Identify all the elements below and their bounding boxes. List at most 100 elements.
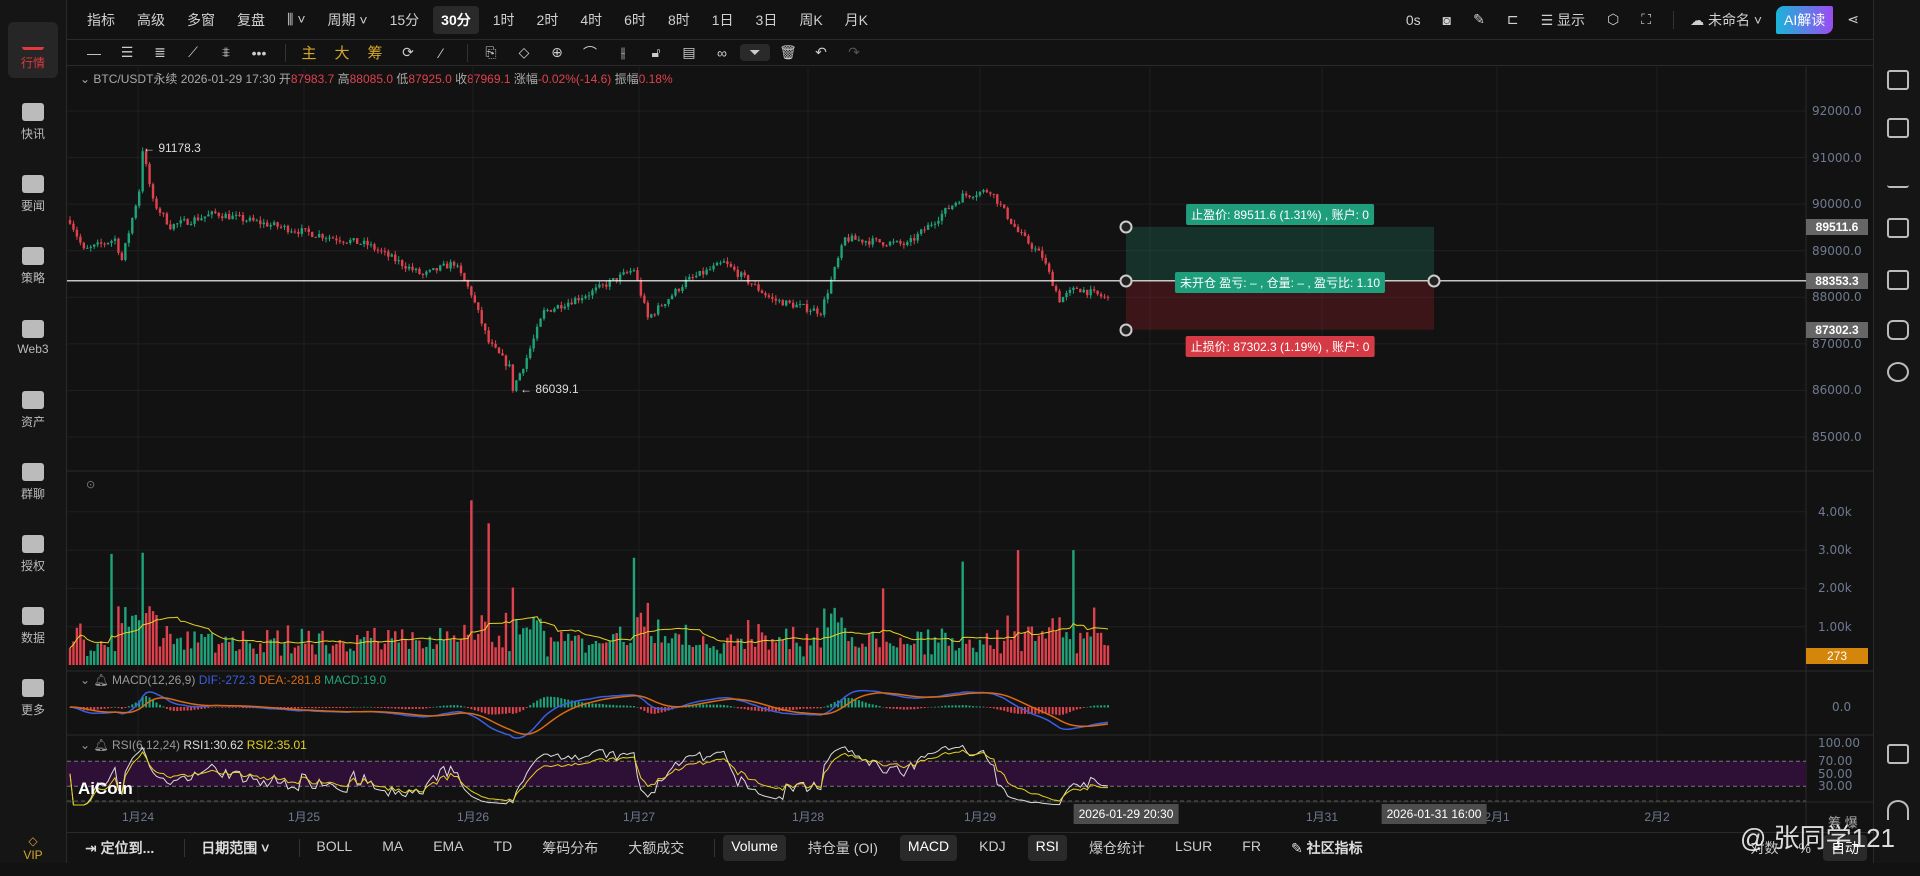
candle-body [930,224,933,226]
candle-body [587,295,591,297]
macd-histogram-bar [1003,707,1006,711]
volume-bar [463,624,466,665]
macd-histogram-bar [376,707,379,708]
volume-bar [930,654,933,665]
width-handle[interactable] [1427,274,1441,288]
candle-body [504,355,508,367]
macd-histogram-bar [152,699,155,708]
candle-body [79,236,82,243]
time-tick-label: 1月29 [963,810,997,824]
volume-bar [577,635,580,665]
dollar-icon[interactable] [1887,118,1909,138]
main-indicator-button[interactable]: 大额成交 [620,835,692,861]
volume-bar [508,651,511,665]
sub-indicator-button[interactable]: LSUR [1167,835,1220,861]
candle-body [276,222,279,227]
candle-body [328,237,331,239]
main-indicator-button[interactable]: BOLL [308,835,360,861]
macd-histogram-bar [124,707,127,708]
volume-bar [196,642,200,665]
sub-indicator-button[interactable]: Volume [723,835,786,861]
sub-indicator-button[interactable]: MACD [899,835,958,861]
candle-body [1006,207,1009,219]
main-indicator-button[interactable]: MA [374,835,411,861]
macd-histogram-bar [830,703,833,708]
candle-body [767,295,771,297]
headset-icon[interactable] [1887,800,1909,820]
macd-histogram-bar [1051,707,1054,715]
volume-bar [169,633,172,665]
main-indicator-button[interactable]: TD [486,835,521,861]
volume-bar [767,649,771,665]
layout-icon[interactable] [1887,744,1909,764]
volume-bar [778,637,781,665]
candle-body [902,243,906,246]
macd-histogram-bar [356,706,359,708]
macd-histogram-bar [549,696,552,708]
macd-histogram-bar [899,707,902,710]
trend-up-icon[interactable] [1887,168,1909,188]
macd-histogram-bar [985,707,988,708]
stop-loss-label[interactable]: 止损价: 87302.3 (1.19%) , 账户: 0 [1185,336,1375,357]
robot-icon[interactable] [1887,320,1909,340]
date-range-dropdown[interactable]: 日期范围 ˅ [193,835,277,861]
position-summary-label[interactable]: 未开仓 盈亏: – , 仓量: – , 盈亏比: 1.10 [1174,272,1386,293]
take-profit-label[interactable]: 止盈价: 89511.6 (1.31%) , 账户: 0 [1186,204,1374,225]
stop-loss-handle[interactable] [1119,323,1133,337]
candle-body [864,241,867,243]
entry-handle[interactable] [1119,274,1133,288]
macd-histogram-bar [342,707,345,709]
candle-body [657,305,660,315]
sub-indicator-button[interactable]: 持仓量 (OI) [800,835,886,861]
volume-bar [1092,607,1096,665]
candle-body [944,207,947,214]
candle-body [373,244,376,250]
candle-body [96,242,99,245]
etf-icon[interactable] [1887,270,1909,290]
main-indicator-button[interactable]: 筹码分布 [534,835,606,861]
macd-histogram-bar [965,705,968,708]
volume-collapse-icon[interactable]: ⊙ [86,478,95,491]
volume-bar [1082,638,1085,665]
collapse-icon[interactable]: ⌄ [80,673,90,687]
orderbook-icon[interactable] [1887,70,1909,90]
volume-bar [466,634,470,665]
volume-bar [214,652,217,665]
candle-body [982,190,985,192]
candle-body [362,240,366,244]
volume-bar [193,631,196,665]
sub-indicator-button[interactable]: KDJ [971,835,1013,861]
bell-icon[interactable]: 🔔︎ [93,673,108,687]
macd-histogram-bar [1100,705,1103,708]
rsi-title[interactable]: RSI(6,12,24) [112,738,180,752]
candle-body [518,373,521,381]
volume-bar [688,645,691,665]
volume-bar [480,615,483,665]
volume-bar [996,629,999,665]
monitor-chart-icon[interactable] [1887,218,1909,238]
community-indicators-button[interactable]: ✎ 社区指标 [1283,835,1371,861]
volume-bar [1030,626,1034,665]
locate-button[interactable]: ⇥ 定位到... [77,835,162,861]
sub-indicator-button[interactable]: FR [1234,835,1269,861]
candle-body [961,193,964,203]
macd-title[interactable]: MACD(12,26,9) [112,673,195,687]
collapse-icon[interactable]: ⌄ [80,738,90,752]
macd-histogram-bar [927,707,930,708]
exchange-icon[interactable] [1887,362,1909,382]
take-profit-handle[interactable] [1119,220,1133,234]
sub-indicator-button[interactable]: 爆仓统计 [1081,835,1153,861]
main-indicator-button[interactable]: EMA [425,835,471,861]
volume-bar [612,634,615,665]
sub-indicator-button[interactable]: RSI [1027,835,1067,861]
candle-body [874,238,878,240]
candle-body [252,217,255,221]
volume-bar [432,648,435,665]
candle-body [324,238,328,240]
macd-histogram-bar [307,707,310,708]
price-chart[interactable] [0,0,1873,832]
bell-icon[interactable]: 🔔︎ [93,738,108,752]
candle-body [411,266,414,271]
time-tick-label: 2月1 [1484,810,1510,824]
candle-body [553,308,556,312]
